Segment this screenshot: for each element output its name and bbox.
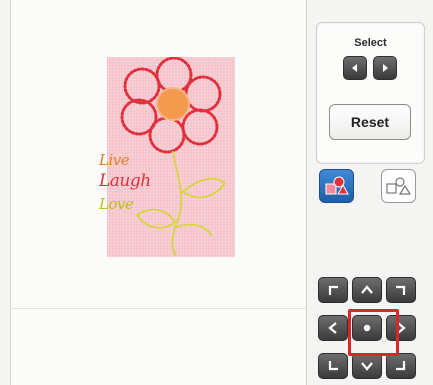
up-arrow-icon bbox=[361, 285, 373, 294]
canvas-divider bbox=[11, 308, 306, 309]
move-down-left-button[interactable] bbox=[318, 353, 348, 379]
colored-shapes-mode-button[interactable] bbox=[319, 169, 354, 203]
move-down-button[interactable] bbox=[352, 353, 382, 379]
move-down-right-button[interactable] bbox=[386, 353, 416, 379]
up-right-corner-icon bbox=[396, 285, 406, 295]
down-left-corner-icon bbox=[328, 361, 338, 371]
select-previous-button[interactable] bbox=[343, 56, 367, 80]
select-next-button[interactable] bbox=[373, 56, 397, 80]
move-left-button[interactable] bbox=[318, 315, 348, 341]
outline-shapes-mode-button[interactable] bbox=[381, 169, 416, 203]
move-up-button[interactable] bbox=[352, 277, 382, 303]
colored-shapes-icon bbox=[325, 176, 349, 195]
embroidery-canvas[interactable]: Live Laugh Love bbox=[10, 0, 307, 385]
embroidery-design-preview[interactable]: Live Laugh Love bbox=[99, 57, 235, 257]
reset-button[interactable]: Reset bbox=[329, 104, 411, 140]
right-arrow-icon bbox=[397, 322, 406, 334]
right-arrow-icon bbox=[383, 64, 388, 72]
move-up-right-button[interactable] bbox=[386, 277, 416, 303]
up-left-corner-icon bbox=[328, 285, 338, 295]
left-arrow-icon bbox=[328, 322, 337, 334]
down-right-corner-icon bbox=[396, 361, 406, 371]
center-dot-icon bbox=[363, 324, 371, 332]
select-label: Select bbox=[354, 37, 387, 49]
design-word-laugh: Laugh bbox=[99, 171, 151, 191]
left-arrow-icon bbox=[352, 64, 357, 72]
design-word-love: Love bbox=[99, 195, 134, 213]
move-up-left-button[interactable] bbox=[318, 277, 348, 303]
design-word-live: Live bbox=[99, 151, 130, 169]
flower-center bbox=[156, 87, 190, 121]
move-center-button[interactable] bbox=[352, 315, 382, 341]
select-group: Select Reset bbox=[316, 22, 425, 164]
down-arrow-icon bbox=[361, 362, 373, 371]
outline-shapes-icon bbox=[385, 177, 411, 195]
move-right-button[interactable] bbox=[386, 315, 416, 341]
